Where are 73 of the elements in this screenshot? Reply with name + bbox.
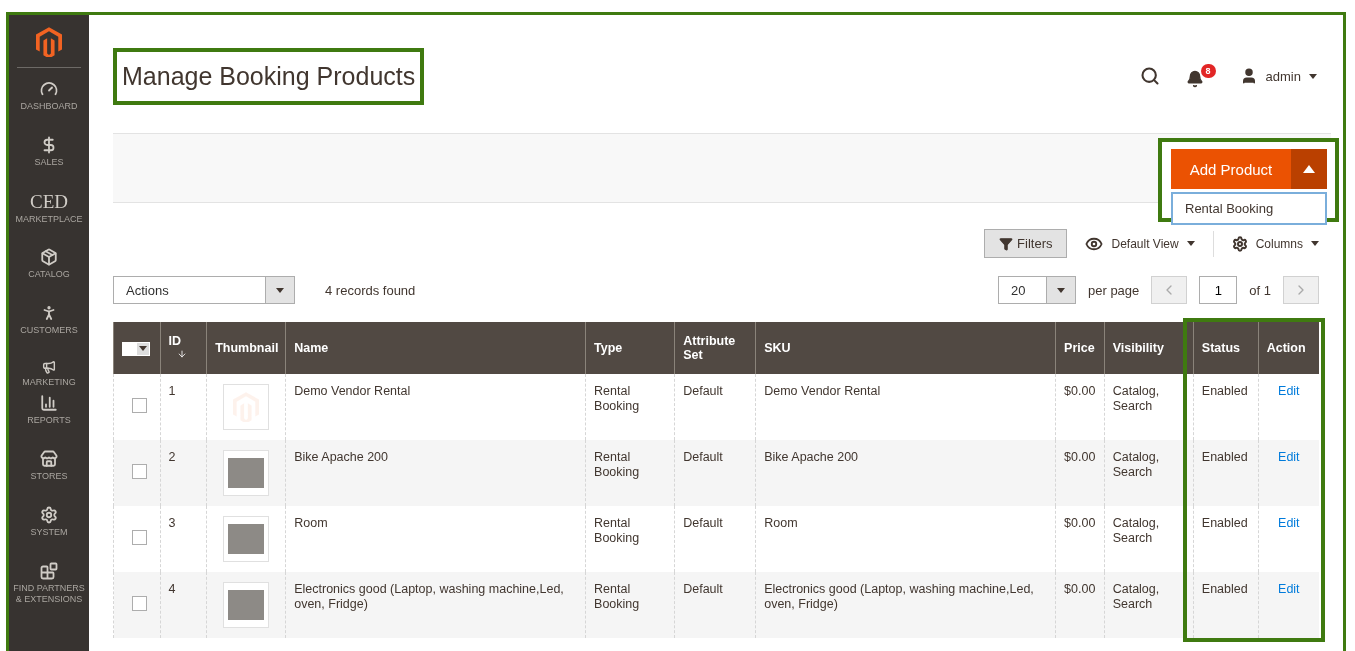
page-input[interactable]: 1 [1199, 276, 1238, 304]
filters-button[interactable]: Filters [984, 229, 1068, 258]
menu-item[interactable]: Rental Booking [1173, 194, 1325, 223]
nav-icon [40, 562, 58, 580]
view-dropdown[interactable]: Default View [1085, 234, 1195, 253]
notifications[interactable]: 8 [1185, 64, 1214, 88]
column-header[interactable]: Attribute Set [674, 322, 756, 374]
edit-link[interactable]: Edit [1278, 582, 1300, 596]
column-header[interactable]: Type [585, 322, 675, 374]
page-total: of 1 [1249, 282, 1271, 298]
table-cell: 4 [160, 572, 207, 638]
logo-icon[interactable] [36, 27, 62, 57]
column-header[interactable]: Visibility [1104, 322, 1194, 374]
edit-link[interactable]: Edit [1278, 516, 1300, 530]
marketplace-wordmark: CED [30, 192, 68, 211]
actions-select[interactable]: Actions [113, 276, 295, 304]
add-product-button[interactable]: Add Product [1171, 149, 1291, 189]
photo-placeholder [228, 524, 265, 554]
menu-toggle-button[interactable] [1291, 149, 1327, 189]
page-size-select[interactable]: 20 [998, 276, 1076, 304]
table-cell: Enabled [1193, 572, 1259, 638]
sidebar-item[interactable]: SYSTEM [9, 500, 89, 556]
sidebar-item[interactable]: SALES [9, 130, 89, 186]
row-checkbox[interactable] [132, 464, 147, 479]
column-header[interactable]: Name [285, 322, 586, 374]
notification-count: 8 [1200, 64, 1216, 78]
sidebar-item[interactable]: CATALOG [9, 242, 89, 298]
edit-link[interactable]: Edit [1278, 384, 1300, 398]
table-cell: Default [674, 572, 756, 638]
table-cell: Electronics good (Laptop, washing machine,Led, oven, Fridge) [755, 572, 1056, 638]
nav-icon [40, 248, 58, 266]
photo-placeholder [228, 590, 265, 620]
column-header[interactable]: Thumbnail [206, 322, 286, 374]
nav-icon [40, 360, 58, 375]
columns-dropdown[interactable]: Columns [1231, 235, 1319, 252]
column-header[interactable]: ID [160, 322, 207, 374]
sidebar-item[interactable]: DASHBOARD [9, 74, 89, 130]
page-title: Manage Booking Products [113, 47, 425, 105]
column-header[interactable]: Action [1258, 322, 1319, 374]
sidebar-item[interactable]: REPORTS [9, 388, 89, 444]
row-checkbox[interactable] [132, 530, 147, 545]
column-header[interactable]: Status [1193, 322, 1259, 374]
per-page-label: per page [1088, 282, 1140, 298]
table-cell: Catalog, Search [1104, 572, 1194, 638]
column-header[interactable]: SKU [755, 322, 1056, 374]
edit-link[interactable]: Edit [1278, 450, 1300, 464]
row-checkbox[interactable] [132, 398, 147, 413]
sidebar-item[interactable]: FIND PARTNERS & EXTENSIONS [9, 556, 89, 616]
product-thumbnail [223, 384, 270, 430]
nav-icon [40, 80, 58, 98]
funnel-icon [999, 236, 1014, 251]
sidebar-item[interactable]: CUSTOMERS [9, 298, 89, 354]
search-icon[interactable] [1139, 66, 1160, 86]
mass-select-header[interactable] [113, 322, 161, 374]
records-count: 4 records found [325, 282, 416, 298]
bell-icon [1185, 70, 1204, 88]
settings-icon [1231, 235, 1248, 252]
table-cell: Rental Booking [585, 572, 675, 638]
row-checkbox[interactable] [132, 596, 147, 611]
sidebar-item[interactable]: MARKETING [9, 354, 89, 388]
user-menu[interactable]: admin [1239, 67, 1317, 85]
table-cell: Electronics good (Laptop, washing machine,Led, oven, Fridge) [285, 572, 586, 638]
nav-icon [40, 506, 58, 524]
table-cell: $0.00 [1055, 572, 1105, 638]
previous-page-button[interactable] [1151, 276, 1188, 304]
sidebar-item[interactable]: STORES [9, 444, 89, 500]
column-header[interactable]: Price [1055, 322, 1105, 374]
next-page-button[interactable] [1283, 276, 1319, 304]
sort-arrow-icon [176, 349, 187, 359]
nav-icon [40, 394, 58, 412]
photo-placeholder [228, 458, 265, 488]
nav-icon [40, 450, 58, 468]
sidebar-item[interactable]: CED MARKETPLACE [9, 186, 89, 242]
